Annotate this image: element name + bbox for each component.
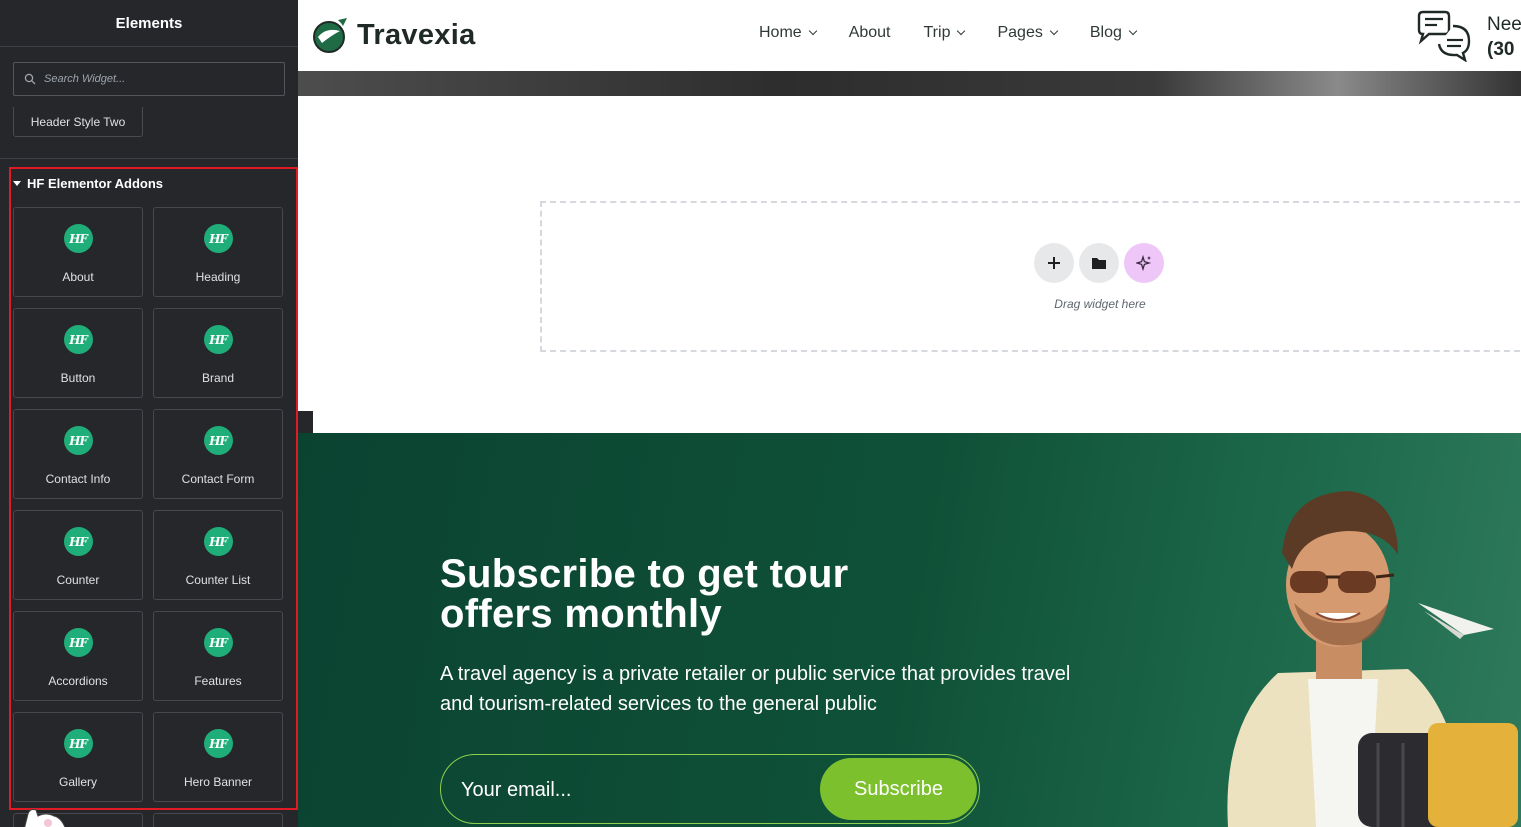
elementor-panel: Elements Header Style Two HF Elementor A… — [0, 0, 298, 827]
ai-generate-button[interactable] — [1124, 243, 1164, 283]
traveler-photo — [1227, 491, 1518, 827]
nav-label: Blog — [1089, 24, 1122, 41]
widget-gallery[interactable]: HF Gallery — [13, 712, 143, 802]
add-section-button[interactable] — [1034, 243, 1074, 283]
hf-logo-icon: HF — [63, 628, 93, 657]
widget-grid: HF About HF Heading HF Button HF Brand HF Con… — [13, 207, 283, 802]
subscribe-title-line: offers monthly — [440, 592, 722, 636]
category-title: HF Elementor Addons — [27, 176, 164, 191]
subscribe-form: Subscribe — [440, 754, 980, 824]
widget-contact-info[interactable]: HF Contact Info — [13, 409, 143, 499]
hf-logo-icon: HF — [203, 729, 233, 758]
search-widget-input[interactable] — [44, 73, 264, 85]
nav-pages[interactable]: Pages — [997, 24, 1059, 42]
nav-trip[interactable]: Trip — [923, 24, 966, 42]
nav-label: Pages — [997, 24, 1043, 41]
panel-title: Elements — [0, 0, 298, 47]
widget-label: Contact Form — [181, 472, 255, 486]
hero-image-strip — [298, 71, 1521, 96]
logo-text: Travexia — [357, 19, 476, 51]
widget-features[interactable]: HF Features — [153, 611, 283, 701]
chevron-down-icon — [1049, 26, 1059, 36]
widget-label: Brand — [201, 371, 235, 385]
dropzone-hint: Drag widget here — [1054, 297, 1146, 311]
subscribe-title-line: Subscribe to get tour — [440, 552, 849, 596]
hf-logo-icon: HF — [63, 224, 93, 253]
dropzone-actions — [1034, 243, 1164, 283]
empty-section-dropzone[interactable] — [540, 201, 1521, 352]
globe-plane-logo-icon — [313, 18, 347, 53]
nav-label: About — [848, 24, 891, 41]
widget-label: Gallery — [58, 775, 97, 789]
widget-button[interactable]: HF Button — [13, 308, 143, 398]
widget-label: Counter — [56, 573, 100, 587]
divider — [0, 158, 298, 159]
widget-counter-list[interactable]: HF Counter List — [153, 510, 283, 600]
widget-brand[interactable]: HF Brand — [153, 308, 283, 398]
chevron-down-icon — [957, 26, 966, 36]
nav-home[interactable]: Home — [759, 24, 817, 42]
hf-logo-icon: HF — [203, 325, 233, 354]
chevron-down-icon — [808, 26, 817, 36]
widget-label: About — [62, 270, 94, 284]
search-wrap — [0, 47, 298, 96]
widget-header-style-two[interactable]: Header Style Two — [13, 107, 143, 137]
hf-logo-icon: HF — [203, 527, 233, 556]
hf-logo-icon: HF — [63, 426, 93, 455]
category-toggle[interactable]: HF Elementor Addons — [13, 176, 163, 191]
hf-logo-icon: HF — [203, 426, 233, 455]
nav-label: Trip — [923, 24, 951, 41]
nav-about[interactable]: About — [849, 24, 891, 42]
widget-label: Button — [60, 371, 96, 385]
subscribe-section: Subscribe to get tour offers monthly A t… — [298, 433, 1521, 827]
widget-label: Hero Banner — [183, 775, 253, 789]
widget-label: Accordions — [48, 674, 108, 688]
widget-label: Heading — [195, 270, 241, 284]
folder-icon — [1092, 258, 1106, 269]
widget-label: Counter List — [185, 573, 251, 587]
help-contact: Nee (30 — [1487, 12, 1521, 62]
chevron-down-icon — [1128, 26, 1138, 36]
email-input[interactable] — [461, 775, 801, 805]
main-nav: Home About Trip Pages Blog — [759, 24, 1169, 42]
widget-counter[interactable]: HF Counter — [13, 510, 143, 600]
hf-logo-icon: HF — [63, 527, 93, 556]
site-header: Travexia Home About Trip Pages Blog Nee … — [298, 0, 1521, 71]
widget-heading[interactable]: HF Heading — [153, 207, 283, 297]
search-box — [13, 62, 285, 96]
help-text: Nee — [1487, 14, 1521, 35]
plus-icon — [1048, 257, 1060, 269]
nav-label: Home — [759, 24, 802, 41]
widget-accordions[interactable]: HF Accordions — [13, 611, 143, 701]
nav-blog[interactable]: Blog — [1089, 24, 1138, 42]
caret-down-icon — [13, 181, 21, 186]
search-icon — [24, 73, 36, 85]
widget-partial[interactable] — [153, 813, 283, 827]
widget-label: Contact Info — [45, 472, 111, 486]
widget-about[interactable]: HF About — [13, 207, 143, 297]
widget-label: Features — [194, 674, 242, 688]
chat-bubbles-icon — [1417, 10, 1471, 62]
subscribe-title: Subscribe to get tour offers monthly — [440, 554, 960, 634]
widget-hero-banner[interactable]: HF Hero Banner — [153, 712, 283, 802]
subscribe-button[interactable]: Subscribe — [820, 758, 977, 820]
widget-contact-form[interactable]: HF Contact Form — [153, 409, 283, 499]
hf-logo-icon: HF — [203, 224, 233, 253]
hf-logo-icon: HF — [63, 729, 93, 758]
hf-logo-icon: HF — [63, 325, 93, 354]
sparkle-icon — [1136, 255, 1152, 271]
help-phone[interactable]: (30 — [1487, 37, 1521, 62]
add-template-button[interactable] — [1079, 243, 1119, 283]
subscribe-description: A travel agency is a private retailer or… — [440, 663, 1071, 715]
hf-logo-icon: HF — [203, 628, 233, 657]
cursor-figure-icon — [24, 809, 66, 827]
site-logo[interactable]: Travexia — [312, 17, 476, 54]
